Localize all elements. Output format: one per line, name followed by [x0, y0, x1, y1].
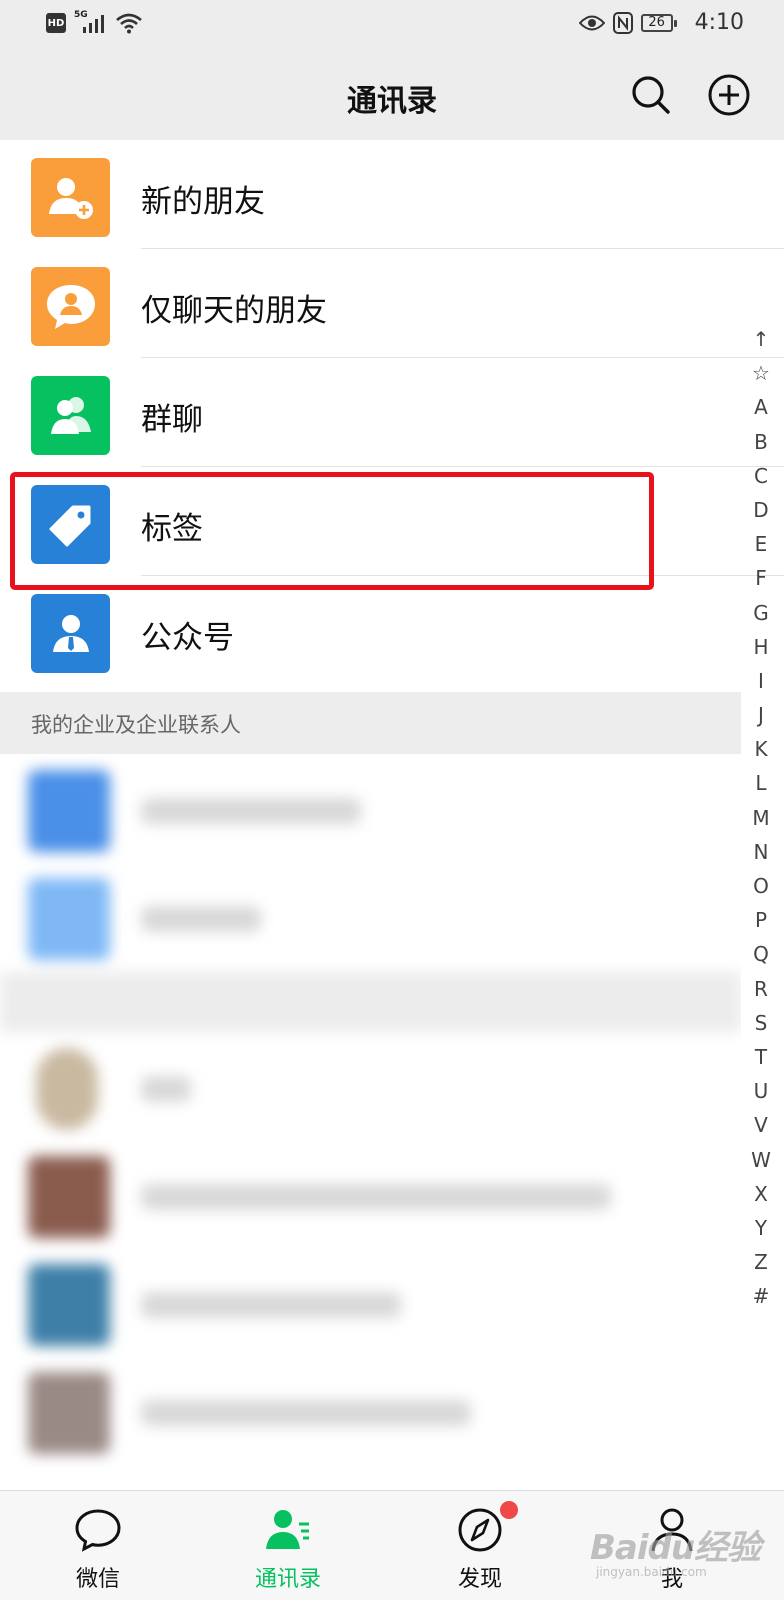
list-item[interactable]: [0, 1032, 741, 1144]
avatar: [28, 770, 110, 852]
add-button[interactable]: [706, 72, 752, 118]
tab-label: 微信: [75, 1567, 120, 1592]
alpha-index-letter[interactable]: Y: [755, 1211, 767, 1245]
chat-only-friends-item[interactable]: 仅聊天的朋友: [0, 249, 784, 358]
signal-icon: 5G: [74, 10, 108, 34]
alpha-index-letter[interactable]: J: [758, 698, 764, 732]
function-list: 新的朋友 仅聊天的朋友 群聊 标签 公众号: [0, 140, 784, 685]
tab-discover[interactable]: 发现: [382, 1491, 578, 1601]
avatar: [28, 878, 110, 960]
alpha-index-letter[interactable]: R: [754, 972, 768, 1006]
battery-icon: 26: [640, 13, 677, 32]
plus-circle-icon: [708, 74, 750, 116]
alpha-index-letter[interactable]: ↑: [753, 322, 770, 356]
contact-name: [141, 1292, 401, 1318]
contact-name: [141, 798, 361, 824]
chat-bubble-icon: [75, 1509, 121, 1552]
status-bar-right: 26 4:10: [578, 10, 744, 35]
tab-label: 通讯录: [254, 1567, 321, 1592]
section-header: [0, 972, 741, 1032]
search-button[interactable]: [628, 72, 674, 118]
alpha-index-letter[interactable]: Q: [753, 937, 769, 971]
func-label: 仅聊天的朋友: [141, 293, 327, 329]
compass-icon: [458, 1508, 502, 1552]
list-item[interactable]: [0, 1140, 741, 1252]
func-icon-bg: [31, 158, 110, 237]
baidu-watermark: Baidu经验 jingyan.baidu.com: [590, 1520, 780, 1590]
wifi-icon: [116, 13, 142, 34]
clock: 4:10: [694, 10, 744, 35]
tab-label: 发现: [457, 1567, 502, 1592]
alpha-index-letter[interactable]: I: [758, 664, 764, 698]
contact-name: [141, 906, 261, 932]
alpha-index-letter[interactable]: Z: [754, 1245, 768, 1279]
chat-only-friend-icon: [46, 284, 95, 329]
notification-dot: [500, 1501, 518, 1519]
nfc-icon: [612, 11, 633, 34]
alpha-index-letter[interactable]: M: [752, 801, 769, 835]
alpha-index-letter[interactable]: G: [753, 596, 769, 630]
contact-list-blurred: [0, 754, 741, 1490]
contact-name: [141, 1400, 471, 1426]
list-item[interactable]: [0, 862, 741, 974]
eye-icon: [578, 15, 605, 30]
official-account-icon: [52, 614, 89, 652]
alpha-index-letter[interactable]: T: [755, 1040, 767, 1074]
app-header: 通讯录: [0, 50, 784, 140]
alpha-index-letter[interactable]: X: [754, 1177, 768, 1211]
section-title: 我的企业及企业联系人: [31, 713, 241, 737]
group-chat-icon: [50, 396, 91, 434]
func-label: 公众号: [141, 620, 234, 656]
add-friend-icon: [48, 177, 93, 219]
highlight-annotation: [10, 472, 654, 590]
alpha-index-letter[interactable]: N: [754, 835, 769, 869]
func-icon-bg: [31, 376, 110, 455]
list-item[interactable]: [0, 754, 741, 866]
contact-list: [0, 754, 741, 1490]
alpha-index-letter[interactable]: #: [753, 1279, 770, 1313]
status-bar-left: HD 5G: [46, 10, 142, 34]
tab-contacts[interactable]: 通讯录: [190, 1491, 386, 1601]
alpha-index-letter[interactable]: L: [755, 766, 766, 800]
func-label: 群聊: [141, 402, 203, 438]
group-chats-item[interactable]: 群聊: [0, 358, 784, 467]
alpha-index-letter[interactable]: E: [755, 527, 768, 561]
search-icon: [632, 76, 670, 114]
contacts-icon: [266, 1510, 309, 1549]
avatar: [28, 1156, 110, 1238]
avatar: [28, 1264, 110, 1346]
alpha-index-letter[interactable]: F: [755, 561, 767, 595]
list-item[interactable]: [0, 1356, 741, 1468]
alpha-index-letter[interactable]: V: [754, 1108, 768, 1142]
alpha-index-letter[interactable]: D: [753, 493, 768, 527]
alpha-index-letter[interactable]: A: [754, 390, 768, 424]
status-bar: HD 5G 26 4:10: [0, 0, 784, 50]
section-header-enterprise: 我的企业及企业联系人: [0, 692, 741, 754]
alpha-index-letter[interactable]: H: [753, 630, 768, 664]
alpha-index-letter[interactable]: B: [754, 425, 768, 459]
alpha-index-letter[interactable]: K: [754, 732, 767, 766]
alpha-index-letter[interactable]: C: [754, 459, 768, 493]
alpha-index-letter[interactable]: S: [755, 1006, 768, 1040]
func-label: 新的朋友: [141, 184, 265, 220]
alphabet-index[interactable]: ↑ ☆ A B C D E F G H I J K L M N O P Q R S T U V W X Y Z #: [741, 322, 781, 1313]
new-friends-item[interactable]: 新的朋友: [0, 140, 784, 249]
contact-name: [141, 1076, 191, 1102]
alpha-index-letter[interactable]: ☆: [752, 356, 770, 390]
list-item[interactable]: [0, 1248, 741, 1360]
watermark-brand: Baidu经验: [590, 1528, 761, 1568]
contact-name: [141, 1184, 611, 1210]
avatar: [36, 1048, 98, 1130]
alpha-index-letter[interactable]: O: [753, 869, 769, 903]
hd-badge: HD: [46, 13, 66, 33]
alpha-index-letter[interactable]: P: [755, 903, 767, 937]
func-icon-bg: [31, 594, 110, 673]
avatar: [28, 1372, 110, 1454]
func-icon-bg: [31, 267, 110, 346]
alpha-index-letter[interactable]: W: [751, 1143, 771, 1177]
tab-chats[interactable]: 微信: [0, 1491, 196, 1601]
official-accounts-item[interactable]: 公众号: [0, 576, 784, 685]
alpha-index-letter[interactable]: U: [754, 1074, 769, 1108]
